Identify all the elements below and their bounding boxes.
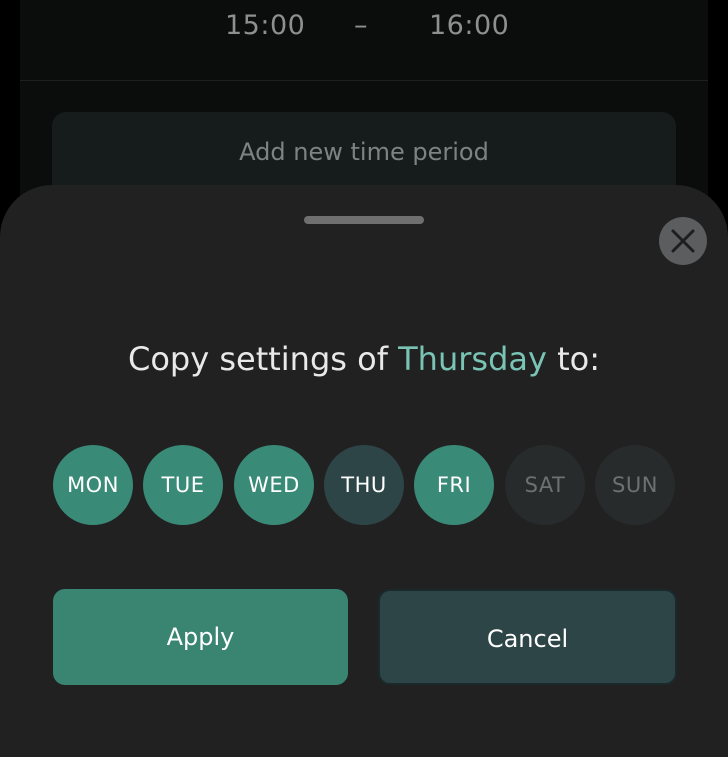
day-toggle-fri[interactable]: FRI bbox=[414, 445, 494, 525]
day-toggle-tue[interactable]: TUE bbox=[143, 445, 223, 525]
title-prefix: Copy settings of bbox=[127, 340, 399, 378]
day-toggle-sat[interactable]: SAT bbox=[505, 445, 585, 525]
add-time-period-label: Add new time period bbox=[239, 138, 489, 166]
title-suffix: to: bbox=[546, 340, 600, 378]
day-toggle-sun[interactable]: SUN bbox=[595, 445, 675, 525]
day-toggle-mon[interactable]: MON bbox=[53, 445, 133, 525]
day-toggle-thu: THU bbox=[324, 445, 404, 525]
time-separator: – bbox=[354, 10, 368, 41]
day-toggle-wed[interactable]: WED bbox=[234, 445, 314, 525]
cancel-button[interactable]: Cancel bbox=[378, 589, 677, 685]
close-button[interactable] bbox=[659, 217, 707, 265]
title-source-day: Thursday bbox=[398, 340, 547, 378]
apply-button[interactable]: Apply bbox=[53, 589, 348, 685]
time-period-row[interactable]: 15:00 – 16:00 bbox=[20, 0, 708, 81]
copy-settings-sheet: Copy settings of Thursday to: MON TUE WE… bbox=[0, 185, 728, 757]
time-end[interactable]: 16:00 bbox=[429, 10, 509, 41]
screen: 15:00 – 16:00 Add new time period Copy s… bbox=[0, 0, 728, 757]
sheet-title: Copy settings of Thursday to: bbox=[0, 340, 728, 378]
sheet-drag-handle[interactable] bbox=[304, 216, 424, 224]
close-x-icon bbox=[671, 229, 695, 253]
time-start[interactable]: 15:00 bbox=[225, 10, 305, 41]
